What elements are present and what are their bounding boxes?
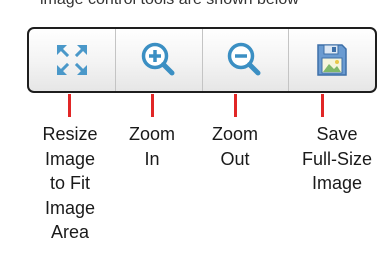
image-toolbar [27, 27, 377, 93]
resize-to-fit-button[interactable] [29, 29, 116, 91]
save-connector-line [321, 94, 324, 117]
zoom-out-icon [225, 40, 265, 80]
resize-label: Resize Image to Fit Image Area [42, 124, 98, 242]
save-label: Save Full-Size Image [301, 124, 372, 193]
zoom-out-connector-line [234, 94, 237, 117]
zoom-in-label: Zoom In [128, 124, 175, 169]
top-caption: image control tools are shown below [40, 0, 387, 9]
zoom-out-label: Zoom Out [211, 124, 258, 169]
save-full-size-button[interactable] [289, 29, 375, 91]
zoom-in-icon [139, 40, 179, 80]
save-image-icon [315, 42, 349, 78]
zoom-out-button[interactable] [203, 29, 290, 91]
resize-to-fit-icon [54, 42, 90, 78]
zoom-in-connector-line [151, 94, 154, 117]
resize-connector-line [68, 94, 71, 117]
zoom-in-button[interactable] [116, 29, 203, 91]
